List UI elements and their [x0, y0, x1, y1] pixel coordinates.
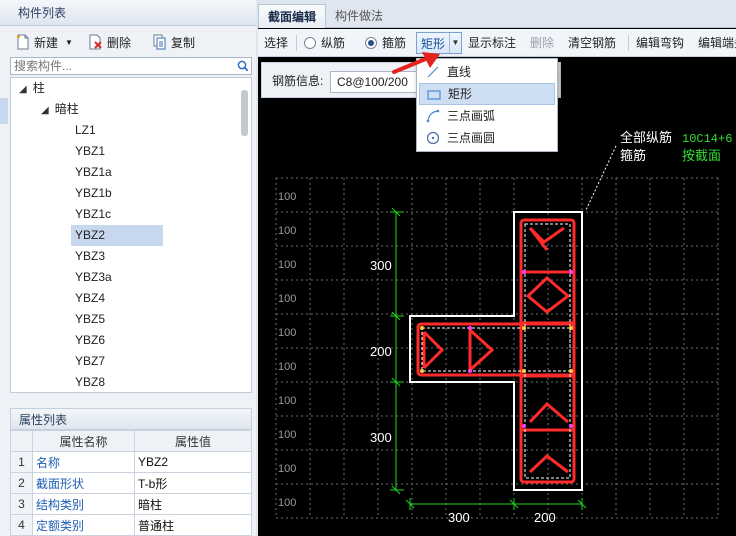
annotation-by-section: 按截面	[682, 148, 721, 163]
copy-label: 复制	[170, 35, 195, 50]
menu-item-three-point-arc[interactable]: 三点画弧	[419, 105, 555, 127]
table-row[interactable]: 2 截面形状 T-b形	[10, 472, 252, 494]
tree-item[interactable]: YBZ7	[71, 351, 163, 372]
dimension-label: 300	[370, 258, 392, 273]
expand-triangle-icon[interactable]: ◢	[41, 105, 49, 116]
tree-item[interactable]: YBZ3	[71, 246, 163, 267]
rectangle-icon	[426, 87, 442, 103]
dimension-label: 300	[370, 430, 392, 445]
delete-icon	[89, 34, 103, 50]
search-input[interactable]	[11, 58, 235, 74]
tree-node-hidden-column[interactable]: ◢ 暗柱	[41, 99, 79, 120]
left-panel: 构件列表 新建 ▼ 删除 复制 ◢柱	[0, 0, 256, 536]
toolbar-separator	[296, 35, 297, 51]
search-icon[interactable]	[235, 58, 251, 74]
section-canvas[interactable]: 100 100 100 100 100 100 100 100 100 100 …	[258, 100, 736, 536]
annotation-rebar-value: 10C14+6	[682, 132, 732, 146]
tab-component-method[interactable]: 构件做法	[326, 4, 392, 28]
tree-item[interactable]: YBZ1a	[71, 162, 163, 183]
grid-label: 100	[278, 497, 296, 509]
grid-label: 100	[278, 463, 296, 475]
table-row[interactable]: 3 结构类别 暗柱	[10, 493, 252, 515]
delete-label: 删除	[106, 35, 131, 50]
tree-item[interactable]: LZ1	[71, 120, 163, 141]
longitudinal-radio[interactable]: 纵筋	[304, 29, 345, 57]
delete-button[interactable]: 删除	[85, 31, 135, 53]
table-row[interactable]: 4 定额类别 普通柱	[10, 514, 252, 536]
attr-value-header: 属性值	[134, 430, 252, 452]
grid-label: 100	[278, 395, 296, 407]
delete-rebar-button[interactable]: 删除	[530, 29, 554, 57]
tree-item[interactable]: YBZ6	[71, 330, 163, 351]
tree-item[interactable]: YBZ1c	[71, 204, 163, 225]
rebar-info-label: 钢筋信息:	[272, 74, 324, 88]
dimension-label: 300	[448, 510, 470, 525]
tree-item-selected[interactable]: YBZ2	[71, 225, 163, 246]
stirrups	[416, 218, 576, 484]
grid	[275, 177, 719, 519]
editor-toolbar: 选择 纵筋 箍筋 矩形 ▼ 显示标注 删除 清空钢筋 编辑弯钩 编辑端头	[258, 29, 736, 57]
chevron-down-icon[interactable]: ▼	[449, 33, 461, 53]
edit-hook-button[interactable]: 编辑弯钩	[636, 29, 684, 57]
new-file-icon	[16, 34, 30, 50]
tree-item[interactable]: YBZ5	[71, 309, 163, 330]
editor-tabs: 截面编辑 构件做法	[258, 0, 736, 28]
section-editor: 截面编辑 构件做法 选择 纵筋 箍筋 矩形 ▼ 显示标注 删除 清空钢筋 编辑弯…	[258, 0, 736, 536]
edit-end-button[interactable]: 编辑端头	[698, 29, 736, 57]
attribute-list-title: 属性列表	[10, 408, 252, 430]
annotation-stirrup: 箍筋	[620, 148, 646, 163]
three-point-arc-icon	[425, 108, 441, 124]
three-point-circle-icon	[425, 130, 441, 146]
section-outline	[409, 211, 583, 491]
grid-label: 100	[278, 361, 296, 373]
tree-node-column[interactable]: ◢ 柱	[19, 78, 45, 99]
menu-item-rectangle[interactable]: 矩形	[419, 83, 555, 105]
new-button[interactable]: 新建 ▼	[12, 31, 77, 53]
tree-item[interactable]: YBZ1b	[71, 183, 163, 204]
grid-label: 100	[278, 259, 296, 271]
show-dims-button[interactable]: 显示标注	[468, 29, 516, 57]
copy-button[interactable]: 复制	[149, 31, 199, 53]
section-drawing: 100 100 100 100 100 100 100 100 100 100 …	[275, 130, 732, 525]
attr-corner	[10, 430, 33, 452]
table-row[interactable]: 1 名称 YBZ2	[10, 451, 252, 473]
attribute-table: 属性名称 属性值 1 名称 YBZ2 2 截面形状 T-b形 3 结构类别 暗柱…	[10, 430, 252, 536]
radio-checked	[365, 37, 377, 49]
grid-label: 100	[278, 293, 296, 305]
component-list-title: 构件列表	[0, 0, 256, 26]
menu-item-three-point-circle[interactable]: 三点画圆	[419, 127, 555, 149]
grid-label: 100	[278, 225, 296, 237]
tab-section-edit[interactable]: 截面编辑	[258, 4, 327, 28]
annotation-all-longitudinal: 全部纵筋	[620, 130, 672, 145]
toolbar-separator	[628, 35, 629, 51]
tree-item[interactable]: YBZ8	[71, 372, 163, 392]
tree-item[interactable]: YBZ3a	[71, 267, 163, 288]
component-tree: ◢ 柱 ◢ 暗柱 LZ1 YBZ1 YBZ1a YBZ1b YBZ1c YBZ2 Y…	[10, 77, 252, 393]
dimension-label: 200	[370, 344, 392, 359]
new-dropdown-arrow-icon[interactable]: ▼	[65, 38, 73, 47]
tree-item[interactable]: YBZ1	[71, 141, 163, 162]
radio-unchecked	[304, 37, 316, 49]
left-edge-highlight	[0, 98, 8, 124]
clear-rebar-button[interactable]: 清空钢筋	[568, 29, 616, 57]
grid-label: 100	[278, 191, 296, 203]
tree-scrollbar[interactable]	[241, 90, 248, 136]
attr-name-header: 属性名称	[32, 430, 135, 452]
tree-item[interactable]: YBZ4	[71, 288, 163, 309]
grid-label: 100	[278, 429, 296, 441]
copy-icon	[153, 34, 167, 50]
grid-label: 100	[278, 327, 296, 339]
search-box	[10, 57, 252, 75]
expand-triangle-icon[interactable]: ◢	[19, 84, 27, 95]
pointer-arrow-icon	[392, 52, 440, 74]
component-toolbar: 新建 ▼ 删除 复制	[0, 28, 256, 56]
select-button[interactable]: 选择	[264, 29, 288, 57]
new-label: 新建	[34, 35, 59, 50]
dimension-label: 200	[534, 510, 556, 525]
